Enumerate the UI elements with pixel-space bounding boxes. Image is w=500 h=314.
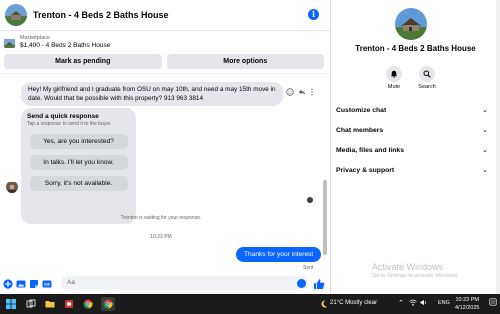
activation-watermark: Activate Windows Go to Settings to activ… — [372, 262, 459, 279]
more-options-button[interactable]: More options — [166, 54, 324, 69]
chat-title: Trenton - 4 Beds 2 Baths House — [33, 10, 169, 20]
quick-response-option[interactable]: Yes, are you interested? — [29, 134, 128, 149]
seen-indicator-avatar — [307, 197, 313, 203]
chrome-active-icon[interactable] — [101, 297, 115, 311]
details-title: Trenton - 4 Beds 2 Baths House — [355, 44, 476, 53]
bell-icon — [386, 66, 402, 82]
quick-response-title: Send a quick response — [27, 113, 99, 120]
marketplace-bar: Marketplace $1,400 - 4 Beds 2 Baths Hous… — [0, 31, 330, 53]
incoming-message[interactable]: Hey! My girlfriend and I graduate from O… — [21, 82, 283, 106]
clock[interactable]: 10:23 PM 4/12/2025 — [455, 296, 479, 312]
waiting-notice: Trenton is waiting for your response. — [120, 215, 202, 221]
chevron-down-icon: ⌄ — [482, 147, 488, 154]
composer-bar: GIF Aa — [0, 273, 330, 294]
section-label: Privacy & support — [336, 167, 395, 174]
task-view-icon[interactable] — [24, 297, 38, 311]
reply-icon[interactable] — [298, 88, 306, 98]
chrome-icon[interactable] — [81, 297, 95, 311]
weather-status[interactable]: 21°C Mostly clear — [330, 300, 377, 306]
search-label: Search — [418, 84, 436, 90]
mute-label: Mute — [387, 84, 401, 90]
listing-thumbnail[interactable] — [4, 37, 15, 48]
watermark-title: Activate Windows — [372, 262, 444, 272]
details-scrollbar[interactable] — [496, 0, 500, 294]
search-action[interactable]: Search — [412, 66, 442, 90]
volume-icon[interactable] — [420, 299, 428, 308]
file-explorer-icon[interactable] — [43, 297, 57, 311]
listing-actions: Mark as pending More options — [4, 54, 324, 69]
svg-text:GIF: GIF — [44, 282, 51, 286]
details-pane: Trenton - 4 Beds 2 Baths House Mute Sear… — [331, 0, 500, 294]
message-thread: Hey! My girlfriend and I graduate from O… — [0, 73, 330, 273]
image-icon[interactable] — [16, 279, 26, 289]
section-privacy-support[interactable]: Privacy & support ⌄ — [336, 167, 488, 181]
chat-header: Trenton - 4 Beds 2 Baths House i — [0, 0, 330, 31]
marketplace-label: Marketplace — [20, 35, 50, 41]
quick-response-card: Send a quick response Tap a response to … — [21, 108, 136, 224]
search-icon — [419, 66, 435, 82]
section-media-files-links[interactable]: Media, files and links ⌄ — [336, 147, 488, 161]
quick-response-option[interactable]: In talks. I'll let you know. — [29, 155, 128, 170]
thumbs-up-icon[interactable] — [313, 277, 325, 289]
listing-title[interactable]: $1,400 - 4 Beds 2 Baths House — [20, 42, 110, 50]
outgoing-message[interactable]: Thanks for your interest — [236, 247, 322, 262]
section-label: Customize chat — [336, 107, 387, 114]
start-icon[interactable] — [4, 297, 18, 311]
sticker-icon[interactable] — [29, 279, 39, 289]
gif-icon[interactable]: GIF — [42, 279, 52, 289]
chevron-down-icon: ⌄ — [482, 167, 488, 174]
clock-time: 10:23 PM — [455, 297, 479, 303]
message-timestamp: 10:23 PM — [150, 234, 172, 240]
section-label: Media, files and links — [336, 147, 404, 154]
chevron-up-icon[interactable]: ⌃ — [398, 299, 404, 307]
quick-response-subtitle: Tap a response to send it to the buyer. — [27, 121, 112, 127]
more-vertical-icon[interactable] — [310, 88, 314, 98]
language-indicator[interactable]: ENG — [438, 300, 450, 306]
network-icon[interactable] — [409, 299, 417, 308]
message-input[interactable]: Aa — [61, 276, 308, 290]
buyer-avatar[interactable] — [6, 181, 18, 193]
watermark-subtitle: Go to Settings to activate Windows. — [372, 273, 459, 279]
section-chat-members[interactable]: Chat members ⌄ — [336, 127, 488, 141]
info-icon[interactable]: i — [308, 9, 319, 20]
react-icon[interactable] — [286, 88, 294, 98]
message-actions — [286, 88, 314, 98]
weather-icon[interactable] — [317, 297, 331, 311]
app-icon[interactable] — [62, 297, 76, 311]
sent-status: Sent — [303, 265, 314, 271]
thread-scrollbar[interactable] — [323, 180, 327, 255]
clock-date: 4/12/2025 — [455, 305, 480, 311]
chat-pane: Trenton - 4 Beds 2 Baths House i Marketp… — [0, 0, 331, 294]
notification-icon[interactable] — [489, 298, 497, 308]
taskbar: 21°C Mostly clear ⌃ ENG 10:23 PM 4/12/20… — [0, 294, 500, 314]
quick-response-option[interactable]: Sorry, it's not available. — [29, 176, 128, 191]
chevron-down-icon: ⌄ — [482, 127, 488, 134]
plus-icon[interactable] — [3, 278, 13, 289]
chat-avatar[interactable] — [5, 4, 27, 26]
mark-as-pending-button[interactable]: Mark as pending — [4, 54, 162, 69]
emoji-icon[interactable] — [297, 279, 306, 288]
listing-profile-picture[interactable] — [395, 8, 427, 40]
chevron-down-icon: ⌄ — [482, 107, 488, 114]
section-label: Chat members — [336, 127, 384, 134]
mute-action[interactable]: Mute — [379, 66, 409, 90]
section-customize-chat[interactable]: Customize chat ⌄ — [336, 107, 488, 121]
